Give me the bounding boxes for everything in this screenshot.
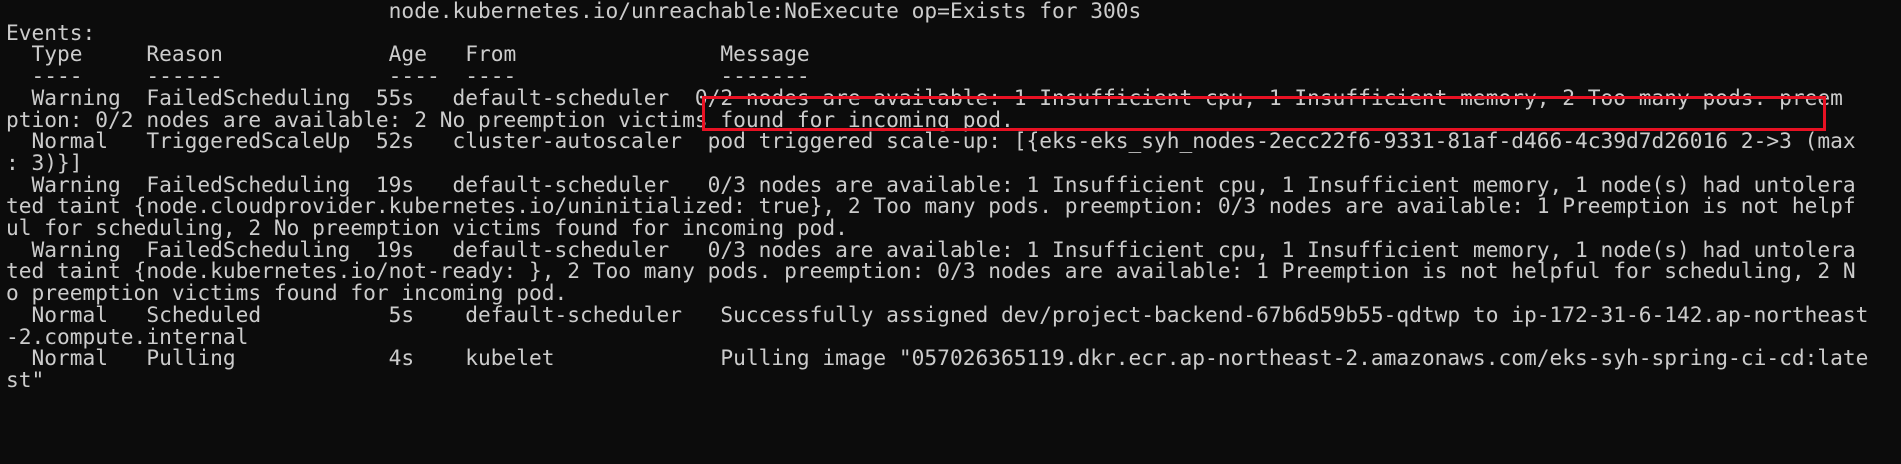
terminal-line: ption: 0/2 nodes are available: 2 No pre… <box>6 106 1014 132</box>
terminal-line: ul for scheduling, 2 No preemption victi… <box>6 215 848 240</box>
terminal-line: ---- ------ ---- ---- ------- <box>6 63 810 89</box>
terminal-line: Warning FailedScheduling 19s default-sch… <box>6 236 1856 262</box>
terminal-line: ted taint {node.kubernetes.io/not-ready:… <box>6 258 1856 284</box>
terminal-line: Type Reason Age From Message <box>6 41 810 67</box>
terminal-window[interactable]: node.kubernetes.io/unreachable:NoExecute… <box>0 0 1901 464</box>
terminal-line: st" <box>6 366 45 392</box>
terminal-line: Normal TriggeredScaleUp 52s cluster-auto… <box>6 128 1856 154</box>
terminal-line: Warning FailedScheduling 55s default-sch… <box>6 84 1843 110</box>
terminal-line: Normal Scheduled 5s default-scheduler Su… <box>6 301 1869 327</box>
terminal-line: o preemption victims found for incoming … <box>6 280 568 306</box>
terminal-line: : 3)}] <box>6 149 83 175</box>
terminal-line: -2.compute.internal <box>6 323 249 349</box>
terminal-line: node.kubernetes.io/unreachable:NoExecute… <box>6 0 1142 23</box>
terminal-line: Normal Pulling 4s kubelet Pulling image … <box>6 345 1869 371</box>
terminal-line: Events: <box>6 19 96 45</box>
terminal-line: Warning FailedScheduling 19s default-sch… <box>6 171 1856 197</box>
terminal-line: ted taint {node.cloudprovider.kubernetes… <box>6 193 1856 219</box>
